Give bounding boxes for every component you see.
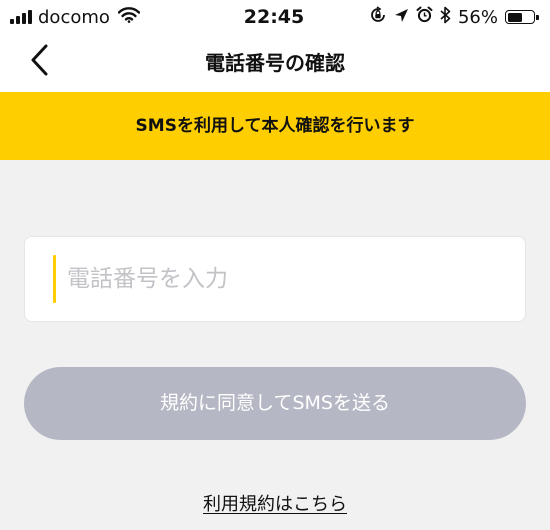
status-bar-right: 56% (338, 5, 539, 29)
battery-icon (505, 10, 539, 24)
status-bar-left: docomo (10, 7, 210, 28)
phone-number-input[interactable] (67, 237, 507, 321)
battery-percent: 56% (457, 6, 498, 28)
send-sms-button[interactable]: 規約に同意してSMSを送る (24, 367, 526, 440)
bluetooth-icon (440, 6, 451, 29)
page-title: 電話番号の確認 (205, 51, 345, 75)
wifi-icon (117, 6, 141, 28)
orientation-lock-icon (369, 5, 387, 29)
input-caret (53, 255, 56, 303)
phone-input-card (24, 236, 526, 322)
send-sms-button-label: 規約に同意してSMSを送る (160, 392, 390, 414)
alarm-clock-icon (416, 6, 433, 28)
signal-bars-icon (10, 10, 32, 24)
chevron-left-icon (30, 44, 50, 80)
banner-text: SMSを利用して本人確認を行います (135, 116, 415, 136)
status-time: 22:45 (243, 6, 305, 28)
terms-link[interactable]: 利用規約はこちら (0, 490, 550, 516)
info-banner: SMSを利用して本人確認を行います (0, 92, 550, 160)
nav-bar: 電話番号の確認 (0, 34, 550, 92)
status-bar: docomo 22:45 56% (0, 0, 550, 34)
location-arrow-icon (394, 7, 409, 28)
carrier-name: docomo (38, 6, 110, 28)
back-button[interactable] (22, 44, 58, 80)
